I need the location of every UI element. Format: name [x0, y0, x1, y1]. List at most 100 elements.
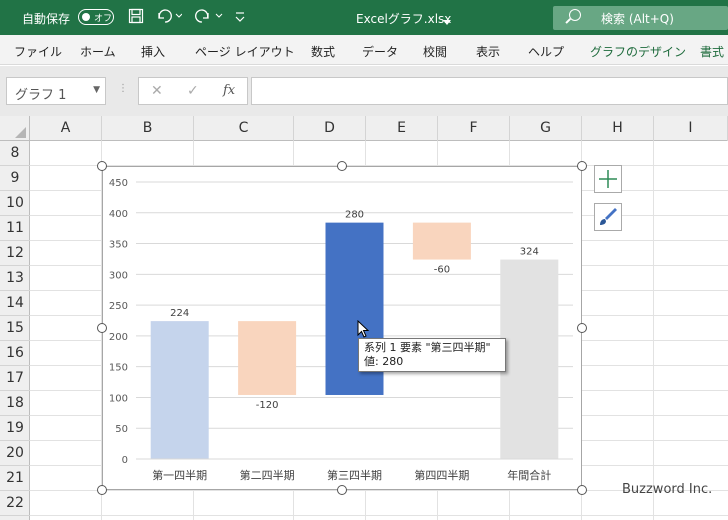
column-header[interactable]: C: [194, 116, 294, 141]
name-box[interactable]: グラフ 1 ▼: [6, 77, 106, 105]
row-header[interactable]: 14: [0, 291, 30, 316]
mouse-cursor-icon: [357, 319, 371, 344]
column-header[interactable]: D: [294, 116, 366, 141]
cancel-icon[interactable]: ✕: [151, 83, 163, 99]
y-tick-label: 350: [109, 240, 128, 251]
tab-insert[interactable]: 挿入: [141, 43, 165, 60]
enter-icon[interactable]: ✓: [187, 83, 199, 99]
tab-file[interactable]: ファイル: [14, 43, 62, 60]
resize-handle[interactable]: [97, 323, 107, 333]
resize-handle[interactable]: [577, 161, 587, 171]
select-all-button[interactable]: [0, 116, 30, 141]
row-header[interactable]: 15: [0, 316, 30, 341]
chart-tooltip: 系列 1 要素 "第三四半期" 値: 280: [358, 338, 506, 372]
y-tick-label: 250: [109, 301, 128, 312]
y-tick-label: 100: [109, 393, 128, 404]
resize-handle[interactable]: [97, 485, 107, 495]
row-header[interactable]: 12: [0, 241, 30, 266]
row-header[interactable]: 19: [0, 416, 30, 441]
search-label: 検索 (Alt+Q): [601, 12, 674, 26]
paintbrush-icon: [600, 208, 617, 225]
row-header[interactable]: 13: [0, 266, 30, 291]
row-header[interactable]: 18: [0, 391, 30, 416]
x-tick-label: 第一四半期: [152, 468, 207, 482]
save-icon[interactable]: [128, 8, 144, 28]
chart-bar[interactable]: [238, 321, 297, 395]
tooltip-line-value: 値: 280: [364, 355, 404, 368]
resize-handle[interactable]: [337, 485, 347, 495]
column-header[interactable]: A: [30, 116, 102, 141]
autosave-toggle[interactable]: オフ: [78, 9, 114, 25]
x-tick-label: 第三四半期: [327, 468, 382, 482]
tab-help[interactable]: ヘルプ: [528, 43, 564, 60]
tab-formulas[interactable]: 数式: [311, 43, 335, 60]
resize-handle[interactable]: [577, 485, 587, 495]
tab-review[interactable]: 校閲: [423, 43, 447, 60]
data-label: -120: [256, 400, 279, 411]
chart-bar[interactable]: [500, 259, 559, 459]
row-header[interactable]: 22: [0, 491, 30, 516]
undo-icon[interactable]: [156, 8, 183, 28]
data-label: 280: [345, 210, 364, 221]
tab-home[interactable]: ホーム: [80, 43, 116, 60]
row-header[interactable]: 16: [0, 341, 30, 366]
chart-elements-button[interactable]: [594, 165, 622, 193]
name-box-value: グラフ 1: [15, 88, 67, 103]
chart-area[interactable]: 0 50 100 150 200 250 300 350 400 450 224 第一四半期 -120 第…: [102, 166, 582, 490]
y-tick-label: 450: [109, 178, 128, 189]
toggle-knob: [82, 13, 90, 21]
data-label: 324: [520, 247, 539, 258]
tab-view[interactable]: 表示: [476, 43, 500, 60]
insert-function-icon[interactable]: fx: [223, 83, 235, 98]
file-name[interactable]: Excelグラフ.xlsx: [356, 10, 451, 27]
formula-buttons: ✕ ✓ fx: [138, 77, 248, 105]
row-header[interactable]: 8: [0, 141, 30, 166]
row-header[interactable]: 11: [0, 216, 30, 241]
chevron-down-icon[interactable]: [443, 12, 451, 30]
chevron-down-icon: ▼: [93, 85, 100, 95]
row-header[interactable]: 20: [0, 441, 30, 466]
search-icon: [569, 9, 581, 21]
chart-styles-button[interactable]: [594, 203, 622, 231]
formula-input[interactable]: [251, 77, 728, 105]
column-header[interactable]: G: [510, 116, 582, 141]
autosave-label: 自動保存: [22, 12, 71, 26]
customize-qat-icon[interactable]: [235, 9, 245, 26]
search-box[interactable]: 検索 (Alt+Q): [553, 6, 728, 30]
resize-handle[interactable]: [577, 323, 587, 333]
more-icon: ⋮: [118, 83, 128, 94]
x-tick-label: 第四四半期: [414, 468, 469, 482]
resize-handle[interactable]: [97, 161, 107, 171]
chart-bar[interactable]: [412, 222, 471, 260]
row-header[interactable]: 9: [0, 166, 30, 191]
tab-format[interactable]: 書式: [700, 43, 724, 60]
y-tick-label: 200: [109, 332, 128, 343]
watermark: Buzzword Inc.: [622, 482, 713, 497]
column-header[interactable]: H: [582, 116, 654, 141]
waterfall-chart[interactable]: 0 50 100 150 200 250 300 350 400 450 224 第一四半期 -120 第…: [103, 167, 581, 489]
tooltip-line-element: 系列 1 要素 "第三四半期": [364, 341, 491, 354]
formula-bar: グラフ 1 ▼ ⋮ ✕ ✓ fx: [0, 66, 728, 116]
tab-chart-design[interactable]: グラフのデザイン: [590, 43, 686, 60]
y-tick-label: 300: [109, 270, 128, 281]
data-label: 224: [170, 308, 189, 319]
column-header[interactable]: E: [366, 116, 438, 141]
resize-handle[interactable]: [337, 161, 347, 171]
tab-data[interactable]: データ: [362, 43, 398, 60]
row-header[interactable]: 10: [0, 191, 30, 216]
y-tick-label: 400: [109, 209, 128, 220]
redo-icon[interactable]: [195, 8, 223, 28]
title-bar: 自動保存 オフ Excelグラフ.xlsx 検索 (Alt+Q): [0, 0, 728, 35]
row-header[interactable]: 21: [0, 466, 30, 491]
tab-page-layout[interactable]: ページ レイアウト: [195, 43, 295, 60]
column-headers: A B C D E F G H I: [0, 116, 728, 141]
column-header[interactable]: B: [102, 116, 194, 141]
column-header[interactable]: I: [654, 116, 728, 141]
row-header[interactable]: 17: [0, 366, 30, 391]
plus-icon: [599, 170, 617, 188]
row-headers: 8 9 10 11 12 13 14 15 16 17 18 19 20 21 …: [0, 141, 30, 520]
chart-bar[interactable]: [150, 321, 209, 459]
ribbon-tabs: ファイル ホーム 挿入 ページ レイアウト 数式 データ 校閲 表示 ヘルプ グ…: [0, 35, 728, 65]
column-header[interactable]: F: [438, 116, 510, 141]
autosave-state: オフ: [94, 14, 113, 24]
